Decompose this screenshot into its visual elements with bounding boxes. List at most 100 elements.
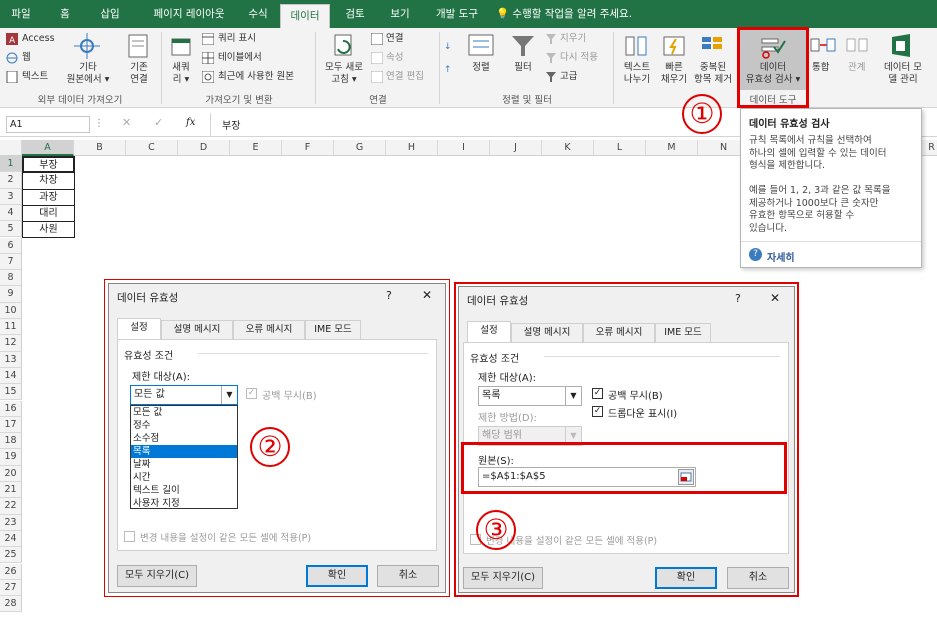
- column-header[interactable]: M: [646, 140, 698, 156]
- formula-input[interactable]: 부장: [222, 117, 240, 132]
- name-box[interactable]: A1: [6, 116, 90, 133]
- flash-fill-label-2[interactable]: 채우기: [656, 74, 692, 86]
- formula-divider: [210, 113, 211, 136]
- row-header[interactable]: 28: [0, 596, 22, 613]
- text-to-columns-label-1[interactable]: 텍스트: [616, 62, 658, 74]
- row-header[interactable]: 22: [0, 498, 22, 515]
- cell-A5[interactable]: 사원: [22, 221, 75, 239]
- tab-review[interactable]: 검토: [336, 0, 374, 28]
- tab-view[interactable]: 보기: [380, 0, 420, 28]
- text-button[interactable]: 텍스트: [22, 71, 48, 83]
- advanced-button[interactable]: 고급: [560, 71, 577, 83]
- tab-page-layout[interactable]: 페이지 레이아웃: [140, 0, 238, 28]
- column-header[interactable]: F: [282, 140, 334, 156]
- tell-me-box[interactable]: 💡 수행할 작업을 알려 주세요.: [496, 0, 676, 28]
- column-header[interactable]: L: [594, 140, 646, 156]
- tab-home[interactable]: 홈: [50, 0, 80, 28]
- row-header[interactable]: 18: [0, 433, 22, 450]
- existing-connections-label-2[interactable]: 연결: [120, 74, 158, 86]
- recent-sources-button[interactable]: 최근에 사용한 원본: [218, 71, 294, 83]
- manage-data-model-label-1[interactable]: 데이터 모: [874, 62, 932, 74]
- column-header[interactable]: B: [74, 140, 126, 156]
- cell-A3[interactable]: 과장: [22, 188, 75, 206]
- row-header[interactable]: 13: [0, 351, 22, 368]
- tab-file[interactable]: 파일: [4, 0, 38, 28]
- select-all-corner[interactable]: [0, 140, 22, 156]
- svg-text:A: A: [9, 36, 16, 45]
- cell-A2[interactable]: 차장: [22, 172, 75, 190]
- row-header[interactable]: 16: [0, 400, 22, 417]
- row-header[interactable]: 15: [0, 384, 22, 401]
- new-query-label-1[interactable]: 새쿼: [164, 62, 198, 74]
- row-header[interactable]: 3: [0, 188, 22, 205]
- row-header[interactable]: 9: [0, 286, 22, 303]
- access-button[interactable]: Access: [22, 33, 55, 45]
- reapply-button[interactable]: 다시 적용: [560, 52, 598, 64]
- refresh-all-label-2[interactable]: 고침 ▾: [318, 74, 370, 86]
- cell-A1[interactable]: 부장: [22, 156, 75, 174]
- row-header[interactable]: 20: [0, 465, 22, 482]
- web-button[interactable]: 웹: [22, 52, 31, 64]
- flash-fill-label-1[interactable]: 빠른: [656, 62, 692, 74]
- row-header[interactable]: 12: [0, 335, 22, 352]
- cancel-icon[interactable]: ✕: [122, 116, 131, 129]
- existing-connections-label-1[interactable]: 기존: [120, 62, 158, 74]
- text-to-columns-label-2[interactable]: 나누기: [616, 74, 658, 86]
- row-header[interactable]: 6: [0, 237, 22, 254]
- row-header[interactable]: 27: [0, 579, 22, 597]
- other-sources-label-1[interactable]: 기타: [60, 62, 116, 74]
- insert-function-icon[interactable]: fx: [186, 117, 195, 128]
- tab-data[interactable]: 데이터: [280, 4, 330, 28]
- consolidate-button[interactable]: 통합: [812, 62, 829, 74]
- row-header[interactable]: 25: [0, 547, 22, 564]
- column-header[interactable]: I: [438, 140, 490, 156]
- remove-duplicates-label-1[interactable]: 중복된: [692, 62, 734, 74]
- show-queries-button[interactable]: 쿼리 표시: [218, 33, 256, 45]
- column-header[interactable]: G: [334, 140, 386, 156]
- manage-data-model-label-2[interactable]: 델 관리: [874, 74, 932, 86]
- group-label-external: 외부 데이터 가져오기: [37, 95, 123, 106]
- row-header[interactable]: 26: [0, 563, 22, 580]
- relationships-button[interactable]: 관계: [848, 62, 865, 74]
- remove-duplicates-icon: [702, 37, 722, 49]
- clear-button[interactable]: 지우기: [560, 33, 586, 45]
- row-header[interactable]: 4: [0, 204, 22, 222]
- column-header[interactable]: E: [230, 140, 282, 156]
- enter-icon[interactable]: ✓: [154, 116, 163, 129]
- row-header[interactable]: 8: [0, 270, 22, 287]
- row-header[interactable]: 5: [0, 221, 22, 238]
- remove-duplicates-label-2[interactable]: 항목 제거: [692, 74, 734, 86]
- row-header[interactable]: 23: [0, 514, 22, 531]
- highlight-data-validation: [737, 27, 809, 108]
- row-header[interactable]: 10: [0, 302, 22, 319]
- other-sources-label-2[interactable]: 원본에서 ▾: [60, 74, 116, 86]
- row-header[interactable]: 19: [0, 449, 22, 466]
- filter-button[interactable]: 필터: [506, 62, 540, 74]
- edit-links-button[interactable]: 연결 편집: [386, 71, 424, 83]
- row-header[interactable]: 7: [0, 253, 22, 271]
- row-header[interactable]: 2: [0, 172, 22, 189]
- tab-formulas[interactable]: 수식: [240, 0, 276, 28]
- row-header[interactable]: 1: [0, 156, 22, 173]
- refresh-all-label-1[interactable]: 모두 새로: [318, 62, 370, 74]
- row-header[interactable]: 14: [0, 367, 22, 385]
- properties-button[interactable]: 속성: [386, 52, 403, 64]
- row-header[interactable]: 17: [0, 416, 22, 434]
- column-header[interactable]: H: [386, 140, 438, 156]
- column-header[interactable]: D: [178, 140, 230, 156]
- column-header[interactable]: J: [490, 140, 542, 156]
- tooltip-more-link[interactable]: 자세히: [767, 249, 795, 264]
- column-header[interactable]: K: [542, 140, 594, 156]
- cell-A4[interactable]: 대리: [22, 204, 75, 223]
- new-query-label-2[interactable]: 리 ▾: [164, 74, 198, 86]
- row-header[interactable]: 24: [0, 530, 22, 548]
- tab-developer[interactable]: 개발 도구: [426, 0, 488, 28]
- row-header[interactable]: 11: [0, 319, 22, 336]
- from-table-button[interactable]: 테이블에서: [218, 52, 262, 64]
- sort-button[interactable]: 정렬: [464, 62, 498, 74]
- row-header[interactable]: 21: [0, 482, 22, 499]
- connections-button[interactable]: 연결: [386, 33, 403, 45]
- column-header[interactable]: A: [22, 140, 74, 156]
- tab-insert[interactable]: 삽입: [90, 0, 130, 28]
- column-header[interactable]: C: [126, 140, 178, 156]
